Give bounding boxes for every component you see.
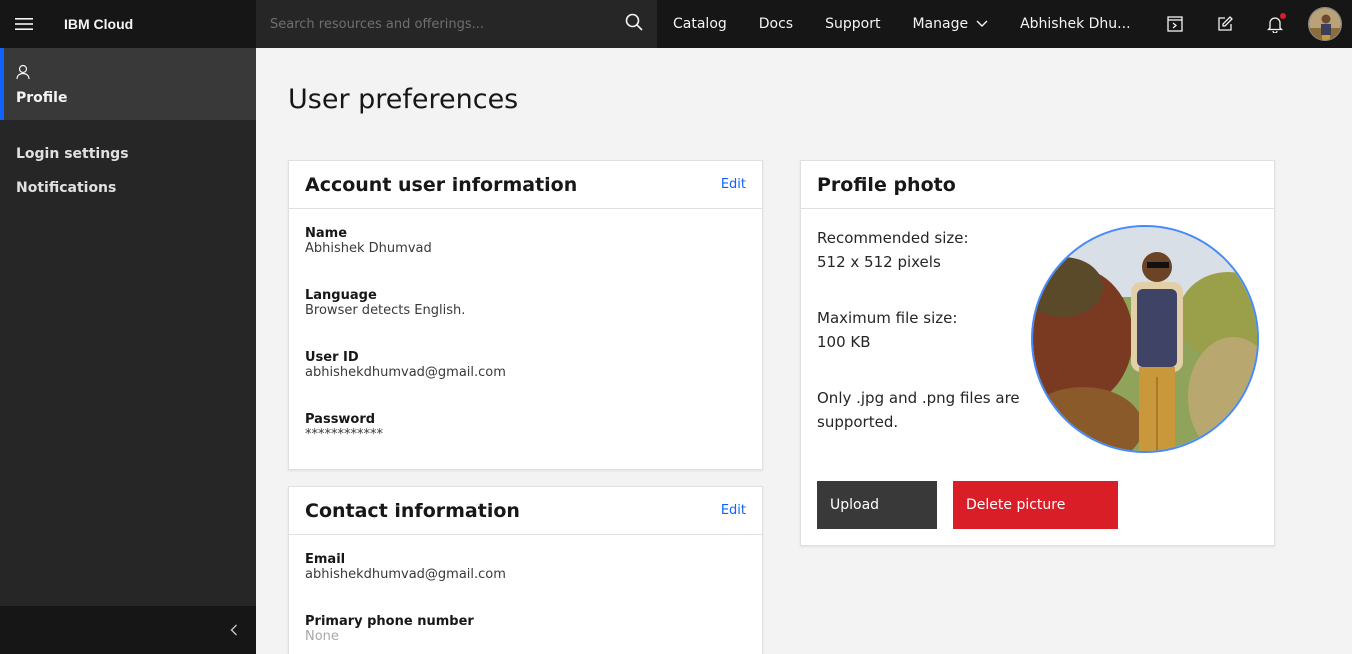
max-size-value: 100 KB [817,333,871,351]
file-type-line1: Only .jpg and .png files are [817,389,1020,407]
sidebar: Profile Login settings Notifications [0,48,256,654]
cost-estimator-icon[interactable] [1150,0,1200,48]
upload-button[interactable]: Upload [817,481,937,529]
field-value: abhishekdhumvad@gmail.com [305,567,506,582]
field-value: ************ [305,427,383,442]
search-input[interactable] [270,16,600,32]
top-nav: Catalog Docs Support Manage Abhishek Dhu… [657,0,1144,48]
sidebar-collapse-button[interactable] [0,606,256,654]
field-language: Language Browser detects English. [289,288,762,318]
card-title: Contact information [305,499,520,522]
card-title: Account user information [305,173,578,196]
search-icon[interactable] [625,13,643,35]
menu-icon[interactable] [0,0,48,48]
nav-manage-label: Manage [912,16,969,32]
recommended-size-text: Recommended size: 512 x 512 pixels [817,226,969,274]
sidebar-item-profile[interactable]: Profile [0,48,256,120]
sidebar-item-login-settings[interactable]: Login settings [0,146,256,162]
profile-picture [1031,225,1259,453]
nav-catalog[interactable]: Catalog [657,0,743,48]
brand-logo[interactable]: IBM Cloud [48,16,256,32]
chevron-left-icon [230,621,238,640]
field-label: Password [305,412,376,427]
field-label: Email [305,552,346,567]
field-phone: Primary phone number None [289,614,762,644]
main-content: User preferences Account user informatio… [256,48,1352,654]
max-size-text: Maximum file size: 100 KB [817,306,957,354]
field-label: Name [305,226,348,241]
page-title: User preferences [288,84,519,115]
nav-account-name[interactable]: Abhishek Dhu... [1004,16,1144,32]
notification-icon[interactable] [1250,0,1300,48]
file-type-text: Only .jpg and .png files are supported. [817,386,1020,434]
field-label: Language [305,288,377,303]
field-name: Name Abhishek Dhumvad [289,226,762,256]
top-bar: IBM Cloud Catalog Docs Support Manage Ab… [0,0,1352,48]
card-header: Account user information Edit [289,161,762,209]
contact-info-card: Contact information Edit Email abhishekd… [288,486,763,654]
recommended-size-label: Recommended size: [817,229,969,247]
nav-docs[interactable]: Docs [743,0,809,48]
field-password: Password ************ [289,412,762,442]
card-header: Contact information Edit [289,487,762,535]
file-type-line2: supported. [817,413,899,431]
nav-support[interactable]: Support [809,0,896,48]
card-header: Profile photo [801,161,1274,209]
avatar[interactable] [1308,7,1342,41]
profile-photo-card: Profile photo Recommended size: 512 x 51… [800,160,1275,546]
card-title: Profile photo [817,173,956,196]
edit-contact-link[interactable]: Edit [721,503,746,518]
field-value: None [305,629,339,644]
search-bar [256,0,657,48]
edit-icon[interactable] [1200,0,1250,48]
recommended-size-value: 512 x 512 pixels [817,253,941,271]
field-value: abhishekdhumvad@gmail.com [305,365,506,380]
edit-account-link[interactable]: Edit [721,177,746,192]
field-email: Email abhishekdhumvad@gmail.com [289,552,762,582]
sidebar-item-notifications[interactable]: Notifications [0,180,256,196]
user-icon [16,64,30,84]
field-label: User ID [305,350,359,365]
sidebar-item-label: Profile [16,90,68,106]
field-user-id: User ID abhishekdhumvad@gmail.com [289,350,762,380]
field-value: Browser detects English. [305,303,466,318]
max-size-label: Maximum file size: [817,309,958,327]
nav-manage[interactable]: Manage [896,0,1004,48]
delete-picture-button[interactable]: Delete picture [953,481,1118,529]
top-icons [1150,0,1352,48]
account-info-card: Account user information Edit Name Abhis… [288,160,763,470]
chevron-down-icon [976,16,988,32]
notification-badge [1280,13,1286,19]
field-label: Primary phone number [305,614,474,629]
field-value: Abhishek Dhumvad [305,241,432,256]
